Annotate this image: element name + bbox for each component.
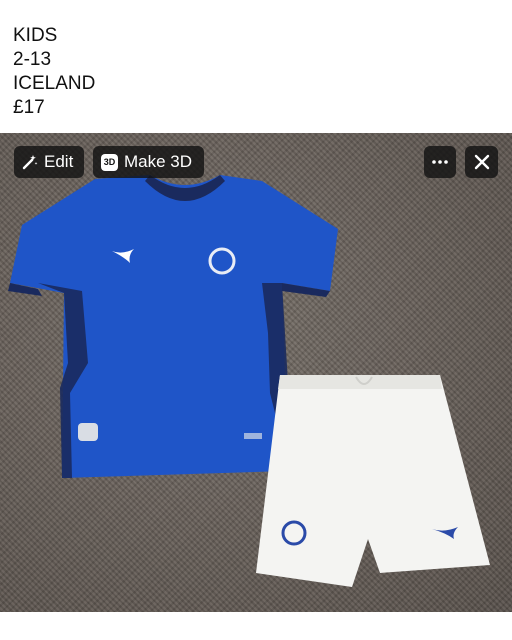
3d-badge-icon: 3D <box>101 153 118 171</box>
close-icon <box>474 154 490 170</box>
make-3d-button-label: Make 3D <box>124 152 193 171</box>
close-button[interactable] <box>465 146 498 178</box>
more-horizontal-icon <box>431 159 449 165</box>
caption-line-price: £17 <box>13 97 45 118</box>
caption-line-sizes: 2-13 <box>13 49 52 70</box>
kit-illustration <box>8 175 490 587</box>
listing-caption: KIDS 2-13 ICELAND £17 <box>13 24 95 120</box>
shorts <box>256 375 490 587</box>
product-photo[interactable] <box>0 133 512 612</box>
magic-wand-icon <box>22 154 38 170</box>
shirt-patch <box>78 423 98 441</box>
edit-button[interactable]: Edit <box>14 146 84 178</box>
caption-line-category: KIDS <box>13 25 58 46</box>
make-3d-button[interactable]: 3D Make 3D <box>93 146 204 178</box>
more-options-button[interactable] <box>424 146 456 178</box>
page-footer-space <box>0 612 512 640</box>
caption-line-team: ICELAND <box>13 73 96 94</box>
shirt-tag <box>244 433 262 439</box>
edit-button-label: Edit <box>44 152 74 171</box>
